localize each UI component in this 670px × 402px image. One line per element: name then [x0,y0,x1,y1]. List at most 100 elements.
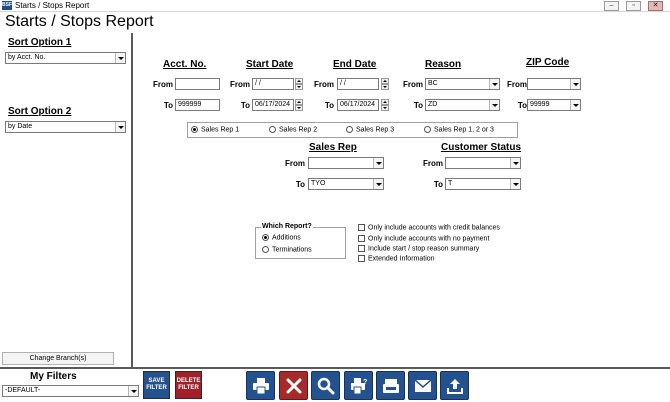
checkbox-unchecked-icon[interactable] [358,235,365,242]
zip-to-select[interactable]: 99999 [527,99,581,111]
reason-summary-checkbox[interactable]: Include start / stop reason summary [358,245,479,252]
start-date-header: Start Date [246,59,294,70]
sales-rep-1-radio[interactable]: Sales Rep 1 [191,126,239,133]
restore-button[interactable]: ▫ [626,1,641,11]
my-filters-label: My Filters [30,371,77,382]
reason-to-value: ZD [428,101,438,108]
customer-status-to-label: To [433,180,443,189]
end-date-to-spinner[interactable] [381,99,389,111]
end-date-header: End Date [333,59,377,70]
credit-balances-checkbox[interactable]: Only include accounts with credit balanc… [358,224,500,231]
spin-down-icon[interactable] [381,84,389,90]
radio-label: Additions [272,234,301,242]
spin-down-icon[interactable] [295,84,303,90]
sort-option-2-value: by Date [8,123,33,130]
reason-from-select[interactable]: BC [425,78,500,90]
save-filter-button[interactable]: SAVE FILTER [143,371,170,399]
acct-no-from-input[interactable] [175,78,220,90]
save-filter-line1: SAVE [148,378,165,384]
which-report-group: Which Report? Additions Terminations [255,223,346,259]
change-branch-button[interactable]: Change Branch(s) [2,352,114,365]
print-button[interactable] [246,371,275,400]
start-date-from-label: From [230,80,250,89]
sales-rep-to-select[interactable]: TYO [308,178,384,190]
customer-status-to-value: T [448,180,453,187]
sort-option-2-select[interactable]: by Date [5,121,126,133]
print-options-button[interactable]: ? [344,371,373,400]
sales-rep-radio-group: Sales Rep 1 Sales Rep 2 Sales Rep 3 Sale… [187,122,518,138]
vertical-divider [131,33,133,368]
sales-rep-to-label: To [295,180,305,189]
sales-rep-any-radio[interactable]: Sales Rep 1, 2 or 3 [424,126,494,133]
svg-text:?: ? [363,379,367,386]
acct-no-to-input[interactable]: 999999 [175,99,220,111]
sales-rep-3-radio[interactable]: Sales Rep 3 [346,126,394,133]
fax-button[interactable] [376,371,405,400]
start-date-from-spinner[interactable] [295,78,303,90]
chevron-down-icon[interactable] [570,100,580,110]
checkbox-unchecked-icon[interactable] [358,224,365,231]
sort-option-1-value: by Acct. No. [8,54,46,61]
zip-from-select[interactable] [527,78,581,90]
end-date-to-input[interactable]: 06/17/2024 [337,99,379,111]
zip-from-label: From [507,80,527,89]
radio-label: Sales Rep 3 [356,126,395,134]
chevron-down-icon[interactable] [128,386,138,396]
chevron-down-icon[interactable] [373,179,383,189]
sales-rep-2-radio[interactable]: Sales Rep 2 [269,126,317,133]
start-date-to-spinner[interactable] [295,99,303,111]
which-report-title: Which Report? [261,223,313,230]
minimize-button[interactable]: ‒ [604,1,619,11]
terminations-radio[interactable]: Terminations [262,246,312,253]
reason-to-label: To [413,101,423,110]
zip-code-header: ZIP Code [526,57,570,68]
export-button[interactable] [440,371,469,400]
spin-down-icon[interactable] [381,105,389,111]
chevron-down-icon[interactable] [510,179,520,189]
delete-filter-line2: FILTER [178,385,199,391]
chevron-down-icon[interactable] [570,79,580,89]
checkbox-label: Only include accounts with no payment [368,235,490,243]
close-button[interactable]: ✕ [648,1,663,11]
end-date-from-spinner[interactable] [381,78,389,90]
customer-status-from-select[interactable] [445,157,521,169]
email-icon [414,379,432,392]
export-icon [447,379,463,394]
sales-rep-from-select[interactable] [308,157,384,169]
reason-from-label: From [403,80,423,89]
checkbox-unchecked-icon[interactable] [358,255,365,262]
end-date-from-input[interactable]: / / [337,78,379,90]
extended-info-checkbox[interactable]: Extended Information [358,255,435,262]
radio-unselected-icon[interactable] [424,126,431,133]
radio-label: Terminations [272,246,312,254]
chevron-down-icon[interactable] [510,158,520,168]
customer-status-to-select[interactable]: T [445,178,521,190]
sort-option-1-select[interactable]: by Acct. No. [5,52,126,64]
customer-status-from-label: From [423,159,443,168]
radio-unselected-icon[interactable] [269,126,276,133]
my-filters-value: -DEFAULT- [5,387,41,394]
chevron-down-icon[interactable] [115,53,125,63]
radio-selected-icon[interactable] [262,234,269,241]
start-date-from-input[interactable]: / / [252,78,294,90]
chevron-down-icon[interactable] [373,158,383,168]
additions-radio[interactable]: Additions [262,234,301,241]
delete-filter-button[interactable]: DELETE FILTER [175,371,202,399]
sort-option-1-label: Sort Option 1 [8,37,72,48]
email-button[interactable] [408,371,437,400]
no-payment-checkbox[interactable]: Only include accounts with no payment [358,235,489,242]
spin-down-icon[interactable] [295,105,303,111]
radio-unselected-icon[interactable] [346,126,353,133]
my-filters-select[interactable]: -DEFAULT- [2,385,139,397]
radio-selected-icon[interactable] [191,126,198,133]
reason-to-select[interactable]: ZD [425,99,500,111]
checkbox-unchecked-icon[interactable] [358,245,365,252]
checkbox-label: Extended Information [368,255,435,263]
start-date-to-input[interactable]: 06/17/2024 [252,99,294,111]
fax-icon [383,379,399,393]
cancel-button[interactable] [279,371,308,400]
radio-unselected-icon[interactable] [262,246,269,253]
preview-button[interactable] [311,371,340,400]
acct-to-label: To [163,101,173,110]
chevron-down-icon[interactable] [115,122,125,132]
